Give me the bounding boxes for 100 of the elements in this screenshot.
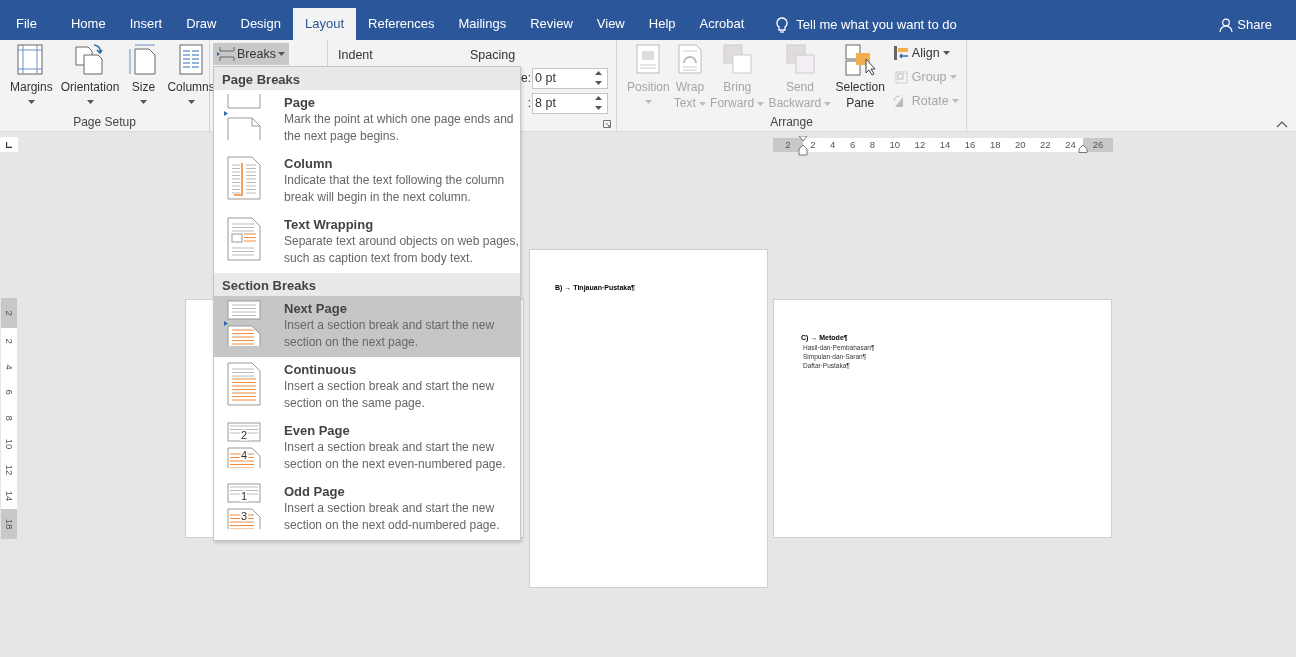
ribbon-tab[interactable]: Insert: [117, 8, 175, 40]
caret-icon: [139, 100, 147, 104]
caret-icon: [942, 51, 950, 56]
ribbon-button[interactable]: Selection Pane: [833, 40, 887, 111]
menu-item[interactable]: Next Page Insert a section break and start the new section on the next page.: [214, 296, 520, 357]
ruler-number: 20: [1014, 137, 1026, 152]
ribbon-tab[interactable]: Acrobat: [687, 8, 757, 40]
ribbon-tab[interactable]: References: [356, 8, 447, 40]
menu-item-title: Even Page: [284, 422, 351, 439]
ribbon-tab[interactable]: Mailings: [446, 8, 519, 40]
group-icon: [892, 69, 909, 86]
next-break-icon: [224, 300, 264, 346]
ruler-number: 12: [914, 137, 926, 152]
menu-item[interactable]: Continuous Insert a section break and start the new section on the same page.: [214, 357, 520, 418]
share-button[interactable]: Share: [1219, 15, 1272, 35]
column-break-icon: [224, 155, 264, 201]
page-break-icon: [224, 94, 264, 140]
dialog-launcher-icon[interactable]: [603, 120, 611, 128]
ribbon-tab[interactable]: Layout: [292, 8, 356, 40]
caret-icon: [187, 100, 195, 104]
menu-item-description: Insert a section break and start the new section on the next even-numbered page.: [284, 439, 507, 473]
group-label: Arrange: [769, 114, 814, 131]
menu-item[interactable]: Column Indicate that the text following the column break will begin in the next column.: [214, 151, 520, 212]
spin-field[interactable]: 0 pt: [532, 67, 608, 89]
continuous-break-icon: [224, 361, 264, 407]
tab-selector[interactable]: [0, 137, 18, 152]
ribbon-button[interactable]: Align: [890, 43, 961, 64]
spin-field[interactable]: 8 pt: [532, 92, 608, 114]
ruler-number: 22: [1040, 137, 1051, 152]
menu-item-title: Text Wrapping: [284, 216, 375, 233]
ribbon-tab[interactable]: Draw: [174, 8, 229, 40]
ribbon-tab[interactable]: Home: [58, 8, 118, 40]
field-value: 8 pt: [535, 94, 556, 112]
tab-stop-icon: [6, 141, 12, 148]
field-label: e:: [521, 70, 531, 88]
breaks-button[interactable]: Breaks: [213, 43, 289, 65]
person-icon: [1219, 17, 1234, 32]
group-label: Page Setup: [72, 114, 137, 131]
ruler-number: 6: [3, 389, 17, 396]
collapse-ribbon-icon[interactable]: [1276, 121, 1288, 128]
ruler-number: 4: [830, 137, 836, 152]
indent-label: Indent: [338, 47, 374, 64]
ribbon-tab[interactable]: Design: [228, 8, 293, 40]
wrapping-break-icon: [224, 216, 264, 262]
menu-item[interactable]: Page Mark the point at which one page ends and the next page begins.: [214, 90, 520, 151]
menu-item-description: Mark the point at which one page ends and the next page begins.: [284, 111, 515, 145]
selection-icon: [844, 43, 877, 76]
ruler-number: 10: [889, 137, 901, 152]
ruler-number: 18: [3, 518, 17, 530]
search-prompt[interactable]: Tell me what you want to do: [796, 15, 957, 35]
ruler-number: 12: [3, 464, 17, 476]
ruler-number: 10: [3, 439, 17, 450]
bring-icon: [721, 43, 754, 76]
menu-item-description: Separate text around objects on web pages, such as caption text from body text.: [284, 233, 520, 267]
field-label: :: [527, 95, 531, 113]
caret-icon: [27, 100, 35, 104]
ruler-number: 16: [964, 137, 976, 152]
caret-icon: [699, 101, 707, 106]
menu-item-title: Next Page: [284, 300, 348, 317]
ruler-number: 6: [849, 137, 856, 152]
menu-section-header: Section Breaks: [214, 273, 520, 296]
caret-icon: [824, 101, 832, 106]
field-value: 0 pt: [535, 69, 556, 87]
ribbon-button[interactable]: Orientation: [58, 40, 122, 104]
lightbulb-icon: [776, 16, 789, 33]
caret-icon: [949, 75, 957, 80]
ribbon-tab[interactable]: File: [4, 8, 49, 40]
ruler-number: 2: [785, 137, 791, 152]
ribbon-tab[interactable]: Review: [518, 8, 585, 40]
ruler-number: 18: [989, 137, 1001, 152]
caret-icon: [757, 101, 765, 106]
menu-item-description: Indicate that the text following the column break will begin in the next column.: [284, 172, 506, 206]
ruler-number: 14: [939, 137, 951, 152]
indent-marker-icon[interactable]: [798, 136, 808, 156]
ruler-number: 24: [1065, 137, 1076, 152]
menu-item-description: Insert a section break and start the new section on the next odd-numbered page.: [284, 500, 501, 534]
ruler-number: 8: [3, 415, 17, 422]
spin-arrows-icon: [595, 96, 602, 111]
ruler-number: 8: [869, 137, 875, 152]
spin-arrows-icon: [595, 71, 602, 86]
menu-item-title: Continuous: [284, 361, 358, 378]
align-icon: [892, 45, 909, 62]
ribbon-button[interactable]: Size: [125, 40, 162, 104]
ruler-number: 2: [3, 338, 17, 344]
menu-section-header: Page Breaks: [214, 67, 520, 90]
menu-item[interactable]: Text Wrapping Separate text around objects on web pages, such as caption text from body text.: [214, 212, 520, 273]
caret-icon: [644, 100, 652, 104]
ruler-number: 26: [1092, 137, 1104, 152]
ribbon-button[interactable]: Margins: [8, 40, 55, 104]
caret-icon: [277, 52, 285, 56]
ruler-number: 2: [3, 310, 17, 316]
menu-item-description: Insert a section break and start the new section on the next page.: [284, 317, 496, 351]
send-icon: [783, 43, 816, 76]
ribbon-tab[interactable]: View: [584, 8, 637, 40]
ruler-number: 4: [3, 364, 17, 370]
right-indent-icon[interactable]: [1078, 145, 1088, 153]
ribbon-tab[interactable]: Help: [636, 8, 688, 40]
menu-item-title: Odd Page: [284, 483, 346, 500]
breaks-icon: [217, 46, 235, 62]
menu-item-description: Insert a section break and start the new section on the same page.: [284, 378, 496, 412]
